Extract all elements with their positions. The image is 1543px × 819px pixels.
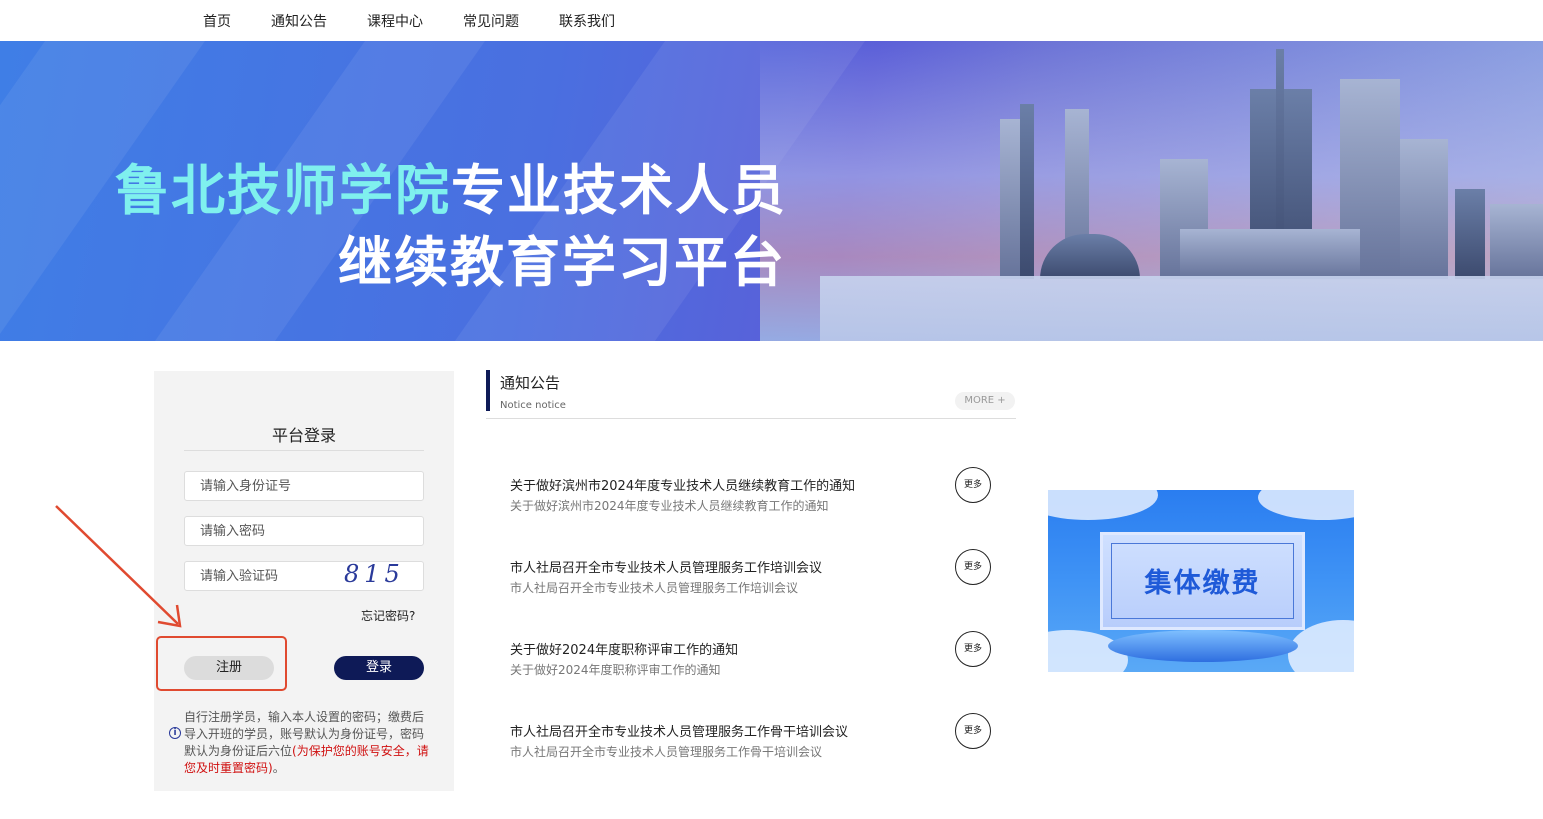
- login-panel: 平台登录 815 忘记密码? 注册 登录 i 自行注册学员，输入本人设置的密码；…: [154, 371, 454, 791]
- notices-more-button[interactable]: MORE +: [955, 392, 1015, 410]
- annotation-highlight-box: [156, 636, 287, 691]
- nav-item-courses[interactable]: 课程中心: [367, 11, 423, 31]
- forgot-password-link[interactable]: 忘记密码?: [361, 607, 415, 624]
- annotation-arrow-icon: [55, 505, 182, 628]
- hero-banner: 鲁北技师学院专业技术人员 继续教育学习平台: [0, 41, 1543, 341]
- notice-summary: 关于做好滨州市2024年度专业技术人员继续教育工作的通知: [510, 499, 829, 513]
- login-button[interactable]: 登录: [334, 656, 424, 680]
- building-shape: [1180, 229, 1360, 279]
- group-payment-frame: 集体缴费: [1100, 532, 1305, 630]
- building-shape: [1020, 104, 1034, 279]
- notice-title[interactable]: 关于做好滨州市2024年度专业技术人员继续教育工作的通知: [510, 475, 855, 494]
- login-note: 自行注册学员，输入本人设置的密码；缴费后导入开班的学员，账号默认为身份证号，密码…: [184, 709, 429, 777]
- notice-item[interactable]: 市人社局召开全市专业技术人员管理服务工作培训会议 市人社局召开全市专业技术人员管…: [510, 549, 1000, 607]
- nav-item-faq[interactable]: 常见问题: [463, 11, 519, 31]
- login-title: 平台登录: [271, 426, 336, 445]
- building-shape: [1400, 139, 1448, 279]
- group-payment-banner[interactable]: 集体缴费: [1048, 490, 1354, 672]
- notice-more-button[interactable]: 更多: [955, 467, 991, 503]
- login-divider: [184, 450, 424, 451]
- login-note-end: 。: [272, 761, 285, 775]
- notice-more-button[interactable]: 更多: [955, 631, 991, 667]
- water-reflection: [820, 276, 1543, 341]
- notices-header: 通知公告 Notice notice: [486, 370, 1016, 419]
- building-shape: [1490, 204, 1543, 279]
- notice-item[interactable]: 关于做好2024年度职称评审工作的通知 关于做好2024年度职称评审工作的通知 …: [510, 631, 1000, 689]
- notice-summary: 市人社局召开全市专业技术人员管理服务工作培训会议: [510, 581, 799, 595]
- notice-title[interactable]: 市人社局召开全市专业技术人员管理服务工作骨干培训会议: [510, 721, 848, 740]
- banner-subtitle: 继续教育学习平台: [338, 231, 786, 294]
- notice-more-button[interactable]: 更多: [955, 549, 991, 585]
- notice-item[interactable]: 市人社局召开全市专业技术人员管理服务工作骨干培训会议 市人社局召开全市专业技术人…: [510, 713, 1000, 771]
- building-shape: [1455, 189, 1485, 279]
- password-input[interactable]: [184, 516, 424, 546]
- id-number-input[interactable]: [184, 471, 424, 501]
- nav-item-notices[interactable]: 通知公告: [271, 11, 327, 31]
- notice-more-button[interactable]: 更多: [955, 713, 991, 749]
- notice-title[interactable]: 关于做好2024年度职称评审工作的通知: [510, 639, 738, 658]
- captcha-image[interactable]: 815: [344, 560, 422, 588]
- cloud-shape: [1258, 490, 1354, 520]
- notice-title[interactable]: 市人社局召开全市专业技术人员管理服务工作培训会议: [510, 557, 822, 576]
- notice-item[interactable]: 关于做好滨州市2024年度专业技术人员继续教育工作的通知 关于做好滨州市2024…: [510, 467, 1000, 525]
- notices-header-bar: [486, 370, 490, 411]
- cloud-shape: [1048, 490, 1158, 520]
- top-nav: 首页 通知公告 课程中心 常见问题 联系我们: [0, 0, 1543, 41]
- notices-subtitle: Notice notice: [500, 400, 566, 411]
- notices-title: 通知公告: [500, 374, 561, 392]
- notice-summary: 市人社局召开全市专业技术人员管理服务工作骨干培训会议: [510, 745, 823, 759]
- nav-item-home[interactable]: 首页: [203, 11, 231, 31]
- group-payment-label: 集体缴费: [1144, 568, 1261, 599]
- banner-title-highlight: 鲁北技师学院: [115, 159, 451, 222]
- notice-summary: 关于做好2024年度职称评审工作的通知: [510, 663, 721, 677]
- info-icon: i: [169, 727, 181, 739]
- nav-item-contact[interactable]: 联系我们: [559, 11, 615, 31]
- banner-title-rest: 专业技术人员: [451, 159, 787, 222]
- stage-shape: [1108, 630, 1298, 662]
- banner-title: 鲁北技师学院专业技术人员: [115, 146, 787, 225]
